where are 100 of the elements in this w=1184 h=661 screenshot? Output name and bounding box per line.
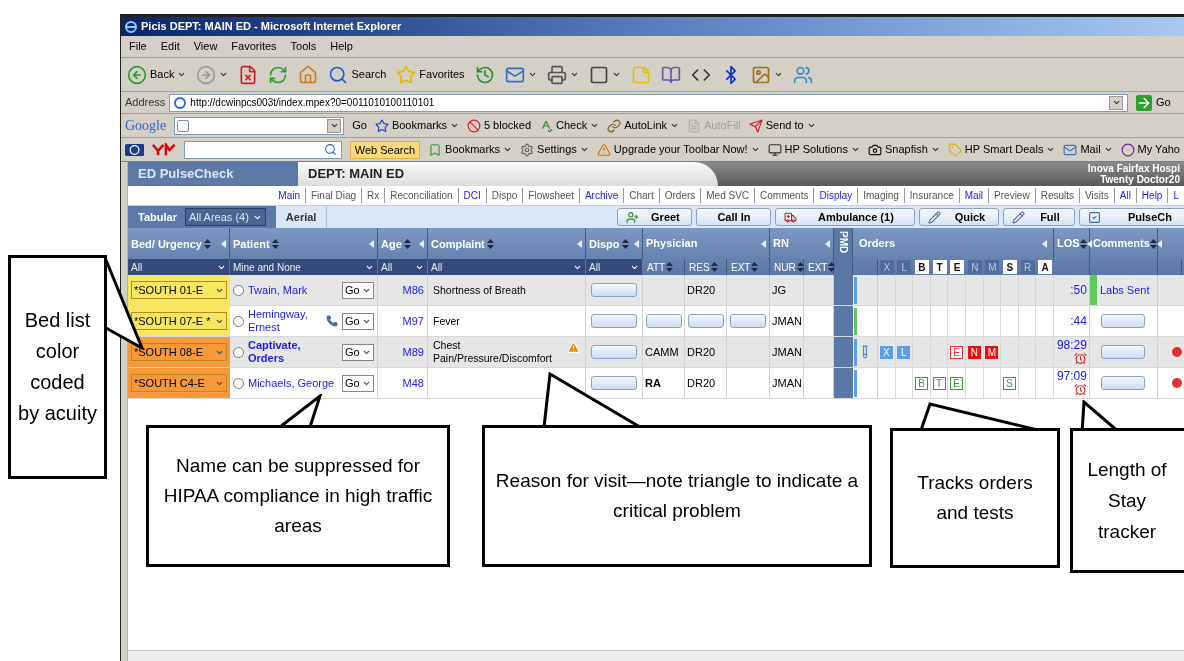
nav-link[interactable]: DCI [457, 188, 486, 203]
bed-select[interactable]: *SOUTH 01-E [131, 281, 227, 299]
nav-link[interactable]: All [1113, 188, 1136, 203]
menu-item[interactable]: View [193, 38, 218, 55]
view-tab[interactable]: Tabular All Areas (4) [128, 206, 276, 228]
nav-link[interactable]: Main [273, 188, 305, 203]
radio-button[interactable] [233, 315, 244, 327]
order-mark[interactable]: E [950, 376, 964, 390]
sort-icon[interactable] [203, 238, 211, 249]
order-type-label[interactable]: B [915, 260, 929, 274]
collapse-icon[interactable] [369, 239, 374, 248]
nav-link[interactable]: Med SVC [700, 188, 755, 203]
order-mark[interactable]: N [967, 345, 981, 359]
patient-name[interactable]: Michaels, George [248, 376, 338, 390]
collapse-icon[interactable] [761, 239, 766, 248]
order-mark[interactable]: T [932, 376, 946, 390]
nav-link[interactable]: Comments [754, 188, 814, 203]
menu-item[interactable]: Edit [160, 38, 180, 55]
bed-select[interactable]: *SOUTH C4-E [131, 374, 227, 392]
menu-item[interactable]: File [129, 38, 147, 55]
nav-link[interactable]: Orders [658, 188, 701, 203]
empty-button[interactable] [591, 283, 637, 297]
nav-link[interactable]: Results [1034, 188, 1079, 203]
action-button[interactable]: Ambulance (1) [775, 208, 916, 226]
go-select[interactable]: Go [342, 312, 374, 330]
nav-link[interactable]: Help [1135, 188, 1168, 203]
sort-icon[interactable] [271, 238, 279, 249]
sub-column-header[interactable]: NUR [774, 259, 796, 275]
toolbar-button[interactable]: Bookmarks [428, 141, 513, 158]
patient-name[interactable]: Hemingway, Ernest [248, 308, 322, 334]
sort-icon[interactable] [710, 262, 718, 272]
collapse-icon[interactable] [221, 239, 226, 248]
nav-link[interactable]: Display [813, 188, 858, 203]
nav-link[interactable]: Reconciliation [384, 188, 458, 203]
collapse-icon[interactable] [1156, 239, 1162, 248]
collapse-icon[interactable] [577, 239, 582, 248]
sort-icon[interactable] [403, 238, 411, 249]
nav-link[interactable]: Mail [958, 188, 989, 203]
empty-button[interactable] [1101, 314, 1146, 328]
comment-text[interactable]: Labs Sent [1099, 281, 1150, 299]
go-select[interactable]: Go [342, 374, 374, 392]
order-type-label[interactable]: A [1038, 260, 1053, 274]
filter-select[interactable]: Mine and None [230, 259, 378, 275]
yahoo-search-field[interactable] [184, 140, 342, 159]
sort-icon[interactable] [796, 262, 804, 272]
order-type-label[interactable]: S [1002, 260, 1017, 274]
web-search-button[interactable]: Web Search [349, 140, 421, 159]
action-button[interactable]: Quick [919, 208, 1000, 226]
radio-button[interactable] [233, 377, 244, 389]
action-button[interactable]: Greet [617, 208, 693, 226]
nav-link[interactable]: L [1167, 188, 1184, 203]
sub-column-header[interactable]: ATT [647, 259, 666, 275]
sort-icon[interactable] [666, 262, 674, 272]
menu-item[interactable]: Favorites [231, 38, 277, 55]
empty-button[interactable] [645, 314, 682, 328]
area-select[interactable]: All Areas (4) [184, 207, 266, 227]
bed-select[interactable]: *SOUTH 07-E * [131, 312, 227, 330]
toolbar-button[interactable]: Snapfish [867, 141, 940, 158]
go-button[interactable]: Go [352, 117, 367, 134]
sub-column-header[interactable]: RES [689, 259, 710, 275]
back-button[interactable]: Back [125, 64, 189, 85]
radio-button[interactable] [233, 284, 244, 296]
favorites-button[interactable]: Favorites [394, 64, 467, 85]
sort-icon[interactable] [751, 262, 759, 272]
toolbar-button[interactable]: HP Smart Deals [947, 141, 1056, 158]
go-select[interactable]: Go [342, 281, 374, 299]
empty-button[interactable] [591, 345, 637, 359]
nav-link[interactable]: Archive [578, 188, 624, 203]
sort-icon[interactable] [486, 238, 494, 249]
action-button[interactable]: Call In [696, 208, 772, 226]
sort-icon[interactable] [621, 238, 629, 249]
order-mark[interactable]: S [1002, 376, 1016, 390]
sub-column-header[interactable]: EXT [731, 259, 751, 275]
patient-name[interactable]: Twain, Mark [248, 283, 338, 297]
filter-select[interactable]: All [428, 259, 586, 275]
filter-select[interactable]: All [378, 259, 428, 275]
patient-name[interactable]: Captivate, Orders [248, 339, 338, 365]
empty-button[interactable] [1101, 376, 1146, 390]
go-button[interactable]: Go [1132, 94, 1180, 111]
toolbar-button[interactable]: AutoLink [607, 117, 680, 134]
nav-link[interactable]: Chart [623, 188, 659, 203]
toolbar-button[interactable]: HP Solutions [767, 141, 860, 158]
filter-select[interactable]: All [586, 259, 643, 275]
collapse-icon[interactable] [634, 239, 639, 248]
action-button[interactable]: Full [1003, 208, 1076, 226]
collapse-icon[interactable] [1086, 239, 1092, 248]
empty-button[interactable] [591, 314, 637, 328]
tab-label[interactable]: Tabular [138, 208, 177, 226]
horizontal-scrollbar[interactable] [128, 650, 1184, 661]
toolbar-button[interactable]: My Yaho [1120, 141, 1180, 158]
go-select[interactable]: Go [342, 343, 374, 361]
tab-label[interactable]: Aerial [285, 208, 317, 226]
toolbar-button[interactable]: 5 blocked [466, 117, 532, 134]
bed-select[interactable]: *SOUTH 08-E [131, 343, 227, 361]
nav-link[interactable]: Imaging [857, 188, 904, 203]
toolbar-button[interactable]: Upgrade your Toolbar Now! [596, 141, 760, 158]
nav-link[interactable]: Final Diag [305, 188, 361, 203]
order-type-label[interactable]: E [950, 260, 965, 274]
radio-button[interactable] [233, 346, 244, 358]
empty-button[interactable] [1101, 345, 1146, 359]
